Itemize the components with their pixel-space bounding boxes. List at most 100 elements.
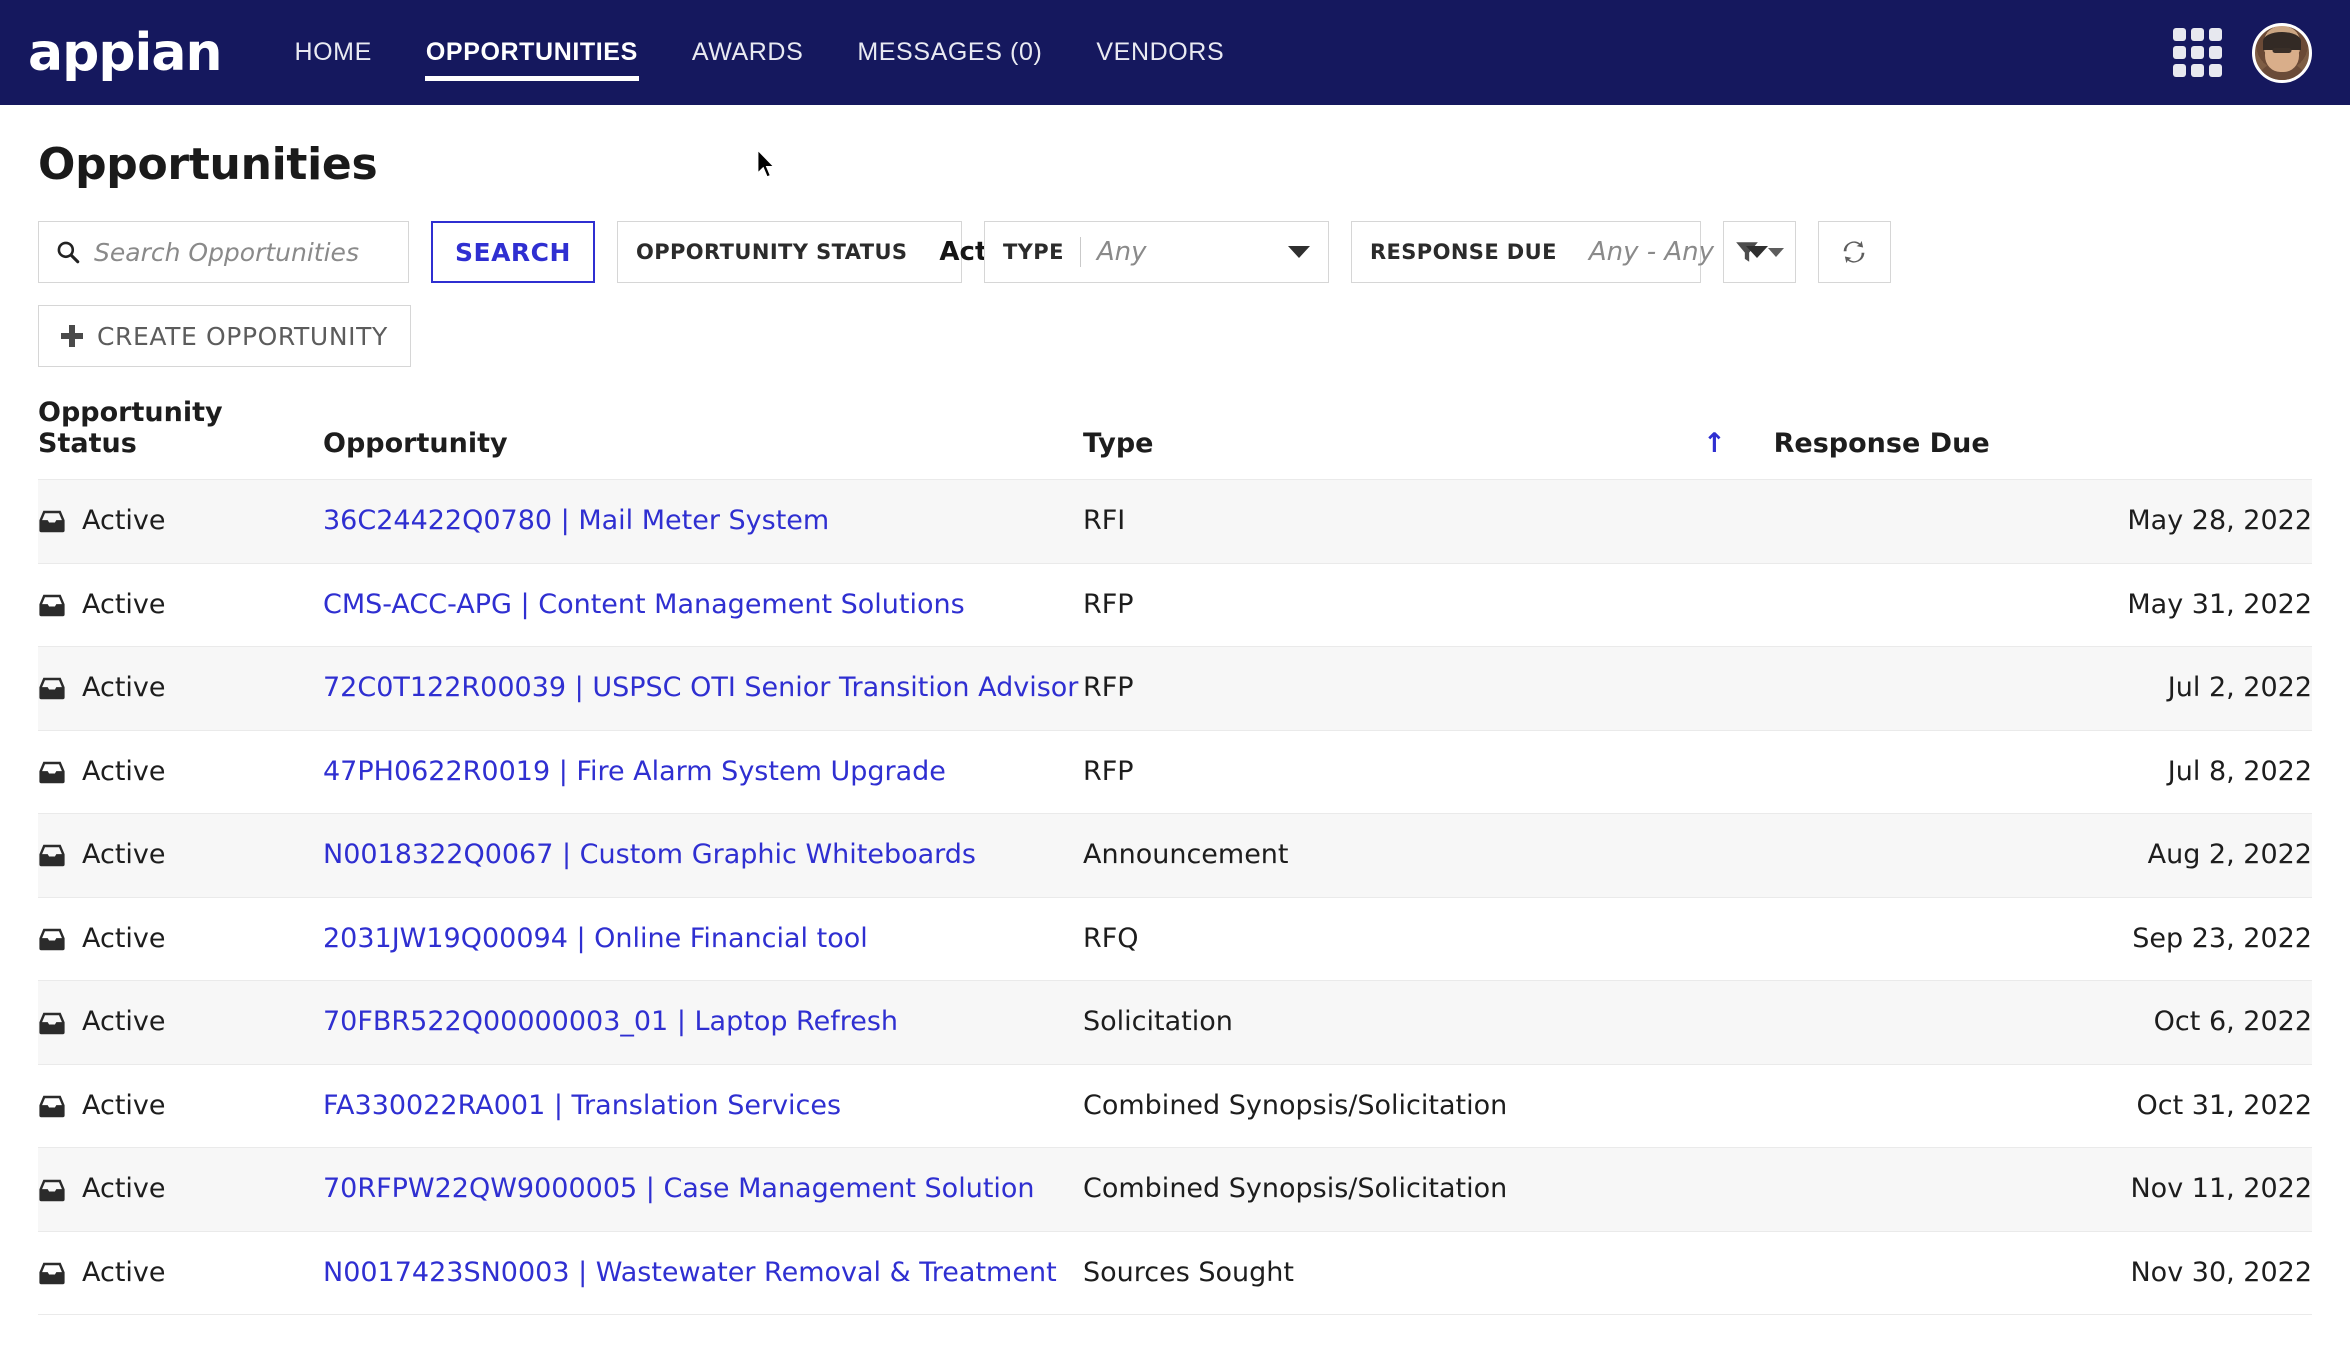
- table-row[interactable]: Active 70RFPW22QW9000005 | Case Manageme…: [38, 1147, 2312, 1232]
- type-filter[interactable]: TYPE Any: [983, 221, 1329, 283]
- search-button[interactable]: SEARCH: [431, 221, 595, 283]
- table-row[interactable]: Active 2031JW19Q00094 | Online Financial…: [38, 896, 2312, 982]
- opportunity-link[interactable]: N0018322Q0067 | Custom Graphic Whiteboar…: [323, 839, 976, 870]
- refresh-button[interactable]: [1817, 221, 1891, 283]
- cell-response-due: Jul 2, 2022: [1703, 646, 2312, 731]
- cell-status: Active: [38, 1063, 323, 1149]
- cell-type: RFP: [1083, 562, 1703, 648]
- cell-type: Sources Sought: [1083, 1230, 1703, 1316]
- cell-status: Active: [38, 729, 323, 815]
- cell-opportunity: N0017423SN0003 | Wastewater Removal & Tr…: [323, 1230, 1083, 1316]
- nav-item-home[interactable]: HOME: [267, 0, 398, 105]
- status-label: Active: [82, 505, 166, 536]
- page-title: Opportunities: [38, 139, 378, 190]
- create-opportunity-button[interactable]: CREATE OPPORTUNITY: [38, 305, 411, 367]
- cell-response-due: Jul 8, 2022: [1703, 729, 2312, 815]
- nav-item-awards[interactable]: AWARDS: [665, 0, 830, 105]
- status-label: Active: [82, 1089, 166, 1121]
- column-header-opportunity-status[interactable]: Opportunity Status: [38, 397, 323, 480]
- opportunity-link[interactable]: 2031JW19Q00094 | Online Financial tool: [323, 923, 868, 954]
- cell-type: Combined Synopsis/Solicitation: [1083, 1063, 1703, 1149]
- table-row[interactable]: Active 70FBR522Q00000003_01 | Laptop Ref…: [38, 980, 2312, 1065]
- table-header-row: Opportunity Status Opportunity Type ↑ Res…: [38, 397, 2312, 480]
- opportunity-link[interactable]: 47PH0622R0019 | Fire Alarm System Upgrad…: [323, 756, 946, 787]
- cell-type: RFI: [1083, 479, 1703, 564]
- plus-icon: [61, 325, 83, 347]
- column-header-response-due[interactable]: ↑ Response Due: [1703, 397, 2312, 480]
- type-filter-value: Any: [1096, 237, 1147, 267]
- column-header-response-due-label: Response Due: [1773, 428, 1990, 459]
- status-label: Active: [82, 922, 166, 954]
- cell-status: Active: [38, 896, 323, 982]
- cell-response-due: Oct 31, 2022: [1703, 1063, 2312, 1149]
- search-placeholder: Search Opportunities: [94, 237, 359, 267]
- table-row[interactable]: Active 36C24422Q0780 | Mail Meter System…: [38, 479, 2312, 564]
- table-row[interactable]: Active N0017423SN0003 | Wastewater Remov…: [38, 1230, 2312, 1316]
- cell-type: Solicitation: [1083, 980, 1703, 1065]
- search-input[interactable]: Search Opportunities: [38, 221, 409, 283]
- opportunity-link[interactable]: 70RFPW22QW9000005 | Case Management Solu…: [323, 1173, 1035, 1204]
- cell-opportunity: 70RFPW22QW9000005 | Case Management Solu…: [323, 1147, 1083, 1232]
- cell-response-due: Aug 2, 2022: [1703, 813, 2312, 898]
- inbox-icon: [39, 1262, 65, 1285]
- opportunity-status-filter[interactable]: OPPORTUNITY STATUS Active ✕: [616, 221, 1127, 283]
- inbox-icon: [39, 594, 65, 617]
- status-label: Active: [82, 1173, 166, 1205]
- cell-opportunity: CMS-ACC-APG | Content Management Solutio…: [323, 562, 1083, 648]
- table-row[interactable]: Active CMS-ACC-APG | Content Management …: [38, 562, 2312, 648]
- table-header: Opportunity Status Opportunity Type ↑ Res…: [38, 397, 2312, 480]
- cell-status: Active: [38, 813, 323, 898]
- opportunity-link[interactable]: N0017423SN0003 | Wastewater Removal & Tr…: [323, 1257, 1057, 1288]
- cell-status: Active: [38, 646, 323, 731]
- avatar[interactable]: [2252, 22, 2312, 83]
- status-label: Active: [82, 672, 166, 704]
- filter-bar: Search Opportunities SEARCH OPPORTUNITY …: [38, 221, 2312, 283]
- appian-logo[interactable]: appian: [28, 27, 222, 79]
- inbox-icon: [39, 845, 65, 867]
- nav-item-opportunities[interactable]: OPPORTUNITIES: [399, 0, 665, 105]
- chevron-down-icon[interactable]: [1746, 246, 1769, 258]
- opportunity-link[interactable]: FA330022RA001 | Translation Services: [323, 1090, 841, 1121]
- response-due-filter[interactable]: RESPONSE DUE Any - Any: [1350, 221, 1769, 283]
- table-row[interactable]: Active FA330022RA001 | Translation Servi…: [38, 1063, 2312, 1149]
- status-label: Active: [82, 1256, 166, 1288]
- inbox-icon: [39, 761, 65, 784]
- opportunity-link[interactable]: 36C24422Q0780 | Mail Meter System: [323, 505, 829, 536]
- column-header-opportunity[interactable]: Opportunity: [323, 397, 1083, 480]
- status-label: Active: [82, 839, 166, 871]
- opportunity-link[interactable]: 70FBR522Q00000003_01 | Laptop Refresh: [323, 1006, 898, 1037]
- cell-opportunity: N0018322Q0067 | Custom Graphic Whiteboar…: [323, 813, 1083, 898]
- top-navigation-bar: appian HOME OPPORTUNITIES AWARDS MESSAGE…: [0, 0, 2350, 105]
- response-due-filter-value: Any - Any: [1588, 237, 1715, 267]
- cell-response-due: May 31, 2022: [1703, 562, 2312, 648]
- inbox-icon: [39, 510, 65, 533]
- table-row[interactable]: Active 47PH0622R0019 | Fire Alarm System…: [38, 729, 2312, 815]
- chevron-down-icon: [1768, 247, 1785, 257]
- cell-status: Active: [38, 1147, 323, 1232]
- cell-opportunity: 47PH0622R0019 | Fire Alarm System Upgrad…: [323, 729, 1083, 815]
- opportunity-link[interactable]: 72C0T122R00039 | USPSC OTI Senior Transi…: [323, 672, 1078, 703]
- opportunity-status-filter-label: OPPORTUNITY STATUS: [635, 240, 908, 264]
- nav-item-messages[interactable]: MESSAGES (0): [830, 0, 1069, 105]
- chevron-down-icon[interactable]: [1287, 246, 1310, 258]
- cell-opportunity: FA330022RA001 | Translation Services: [323, 1063, 1083, 1149]
- type-filter-label: TYPE: [1002, 240, 1064, 264]
- cell-opportunity: 2031JW19Q00094 | Online Financial tool: [323, 896, 1083, 982]
- create-opportunity-label: CREATE OPPORTUNITY: [97, 321, 388, 351]
- column-header-type[interactable]: Type: [1083, 397, 1703, 480]
- grid-apps-icon[interactable]: [2173, 28, 2222, 77]
- refresh-icon: [1844, 240, 1865, 264]
- table-row[interactable]: Active N0018322Q0067 | Custom Graphic Wh…: [38, 813, 2312, 898]
- divider: [1079, 237, 1081, 267]
- cell-type: RFP: [1083, 646, 1703, 731]
- table-row[interactable]: Active 72C0T122R00039 | USPSC OTI Senior…: [38, 646, 2312, 731]
- cell-type: Announcement: [1083, 813, 1703, 898]
- nav-item-vendors[interactable]: VENDORS: [1069, 0, 1251, 105]
- response-due-filter-label: RESPONSE DUE: [1369, 240, 1557, 264]
- cell-response-due: Nov 30, 2022: [1703, 1230, 2312, 1316]
- inbox-icon: [39, 1012, 65, 1034]
- cell-type: RFP: [1083, 729, 1703, 815]
- opportunity-link[interactable]: CMS-ACC-APG | Content Management Solutio…: [323, 589, 965, 620]
- cell-response-due: Sep 23, 2022: [1703, 896, 2312, 982]
- page-content: Opportunities Search Opportunities SEARC…: [0, 139, 2350, 1316]
